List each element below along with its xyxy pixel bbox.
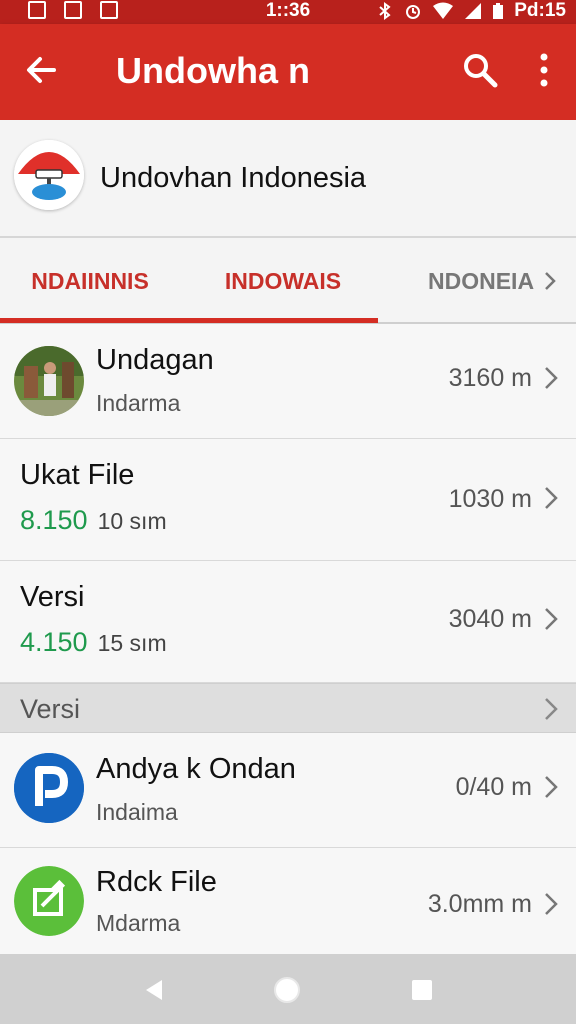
- edit-file-icon: [14, 866, 84, 936]
- list-item-title: Undagan: [96, 344, 214, 376]
- list-item-subtitle: Indaima: [96, 799, 178, 825]
- section-header[interactable]: Versi: [0, 683, 576, 733]
- tab-bar: NDAIINNIS INDOWAIS NDONEIA: [0, 238, 576, 324]
- list-item-distance: 0/40 m: [455, 773, 532, 801]
- tab-3-label: NDONEIA: [428, 268, 534, 294]
- list-item-title: Andya k Ondan: [96, 753, 296, 785]
- app-bar: Undowha n: [0, 24, 576, 120]
- avatar: [14, 346, 84, 416]
- bluetooth-icon: [379, 2, 391, 20]
- list-item-subtitle: Indarma: [96, 390, 181, 416]
- section-title: Versi: [20, 694, 81, 724]
- organization-logo: [14, 140, 84, 210]
- list-item-distance: 3040 m: [448, 605, 532, 633]
- parking-p-icon: [14, 753, 84, 823]
- system-navigation-bar: [0, 954, 576, 1024]
- chevron-right-icon: [545, 608, 558, 630]
- chevron-right-icon: [545, 893, 558, 915]
- chevron-right-icon: [545, 776, 558, 798]
- more-vert-icon[interactable]: [526, 50, 562, 90]
- tab-indicator: [0, 318, 378, 323]
- nav-recents-icon[interactable]: [406, 974, 438, 1006]
- tab-3[interactable]: NDONEIA: [410, 238, 576, 322]
- list-item[interactable]: Undagan Indarma 3160 m: [0, 324, 576, 439]
- list-item-subtitle: Mdarma: [96, 910, 181, 936]
- metric-unit: 10 sım: [97, 508, 167, 534]
- nav-back-icon[interactable]: [138, 974, 170, 1006]
- chevron-right-icon: [544, 272, 556, 290]
- organization-header: Undovhan Indonesia: [0, 120, 576, 238]
- signal-icon: [465, 3, 482, 19]
- search-icon[interactable]: [460, 50, 500, 90]
- wifi-icon: [433, 2, 454, 19]
- list-item[interactable]: Rdck File Mdarma 3.0mm m: [0, 848, 576, 954]
- chevron-right-icon: [545, 487, 558, 509]
- battery-icon: [493, 3, 504, 19]
- avatar: [14, 866, 84, 936]
- list-item-distance: 3160 m: [448, 364, 532, 392]
- list-item-title: Ukat File: [20, 459, 135, 491]
- list-item[interactable]: Versi 4.150 15 sım 3040 m: [0, 561, 576, 683]
- list-item[interactable]: Ukat File 8.150 10 sım 1030 m: [0, 439, 576, 561]
- metric-unit: 15 sım: [97, 630, 167, 656]
- back-arrow-icon[interactable]: [20, 48, 64, 92]
- status-right-text: Pd:15: [514, 0, 566, 21]
- nav-home-icon[interactable]: [271, 974, 303, 1006]
- status-bar: 1::36 Pd:15: [0, 0, 576, 24]
- alarm-icon: [406, 5, 421, 19]
- list-item-metric: 4.150 15 sım: [20, 627, 167, 658]
- list-item-distance: 1030 m: [448, 485, 532, 513]
- chevron-right-icon: [545, 698, 558, 720]
- list-item-distance: 3.0mm m: [427, 890, 532, 918]
- person-photo-icon: [14, 346, 84, 416]
- status-indicators: Pd:15: [376, 0, 566, 22]
- metric-value: 8.150: [20, 505, 88, 535]
- tab-2[interactable]: INDOWAIS: [190, 238, 376, 322]
- avatar: [14, 753, 84, 823]
- organization-name: Undovhan Indonesia: [100, 162, 367, 194]
- chevron-right-icon: [545, 367, 558, 389]
- list-item-title: Versi: [20, 581, 85, 613]
- page-title: Undowha n: [116, 50, 310, 91]
- list-item-title: Rdck File: [96, 866, 217, 898]
- metric-value: 4.150: [20, 627, 88, 657]
- list-item-metric: 8.150 10 sım: [20, 505, 167, 536]
- tab-1[interactable]: NDAIINNIS: [0, 238, 180, 322]
- logo-emblem-icon: [14, 140, 84, 210]
- list-item[interactable]: Andya k Ondan Indaima 0/40 m: [0, 733, 576, 848]
